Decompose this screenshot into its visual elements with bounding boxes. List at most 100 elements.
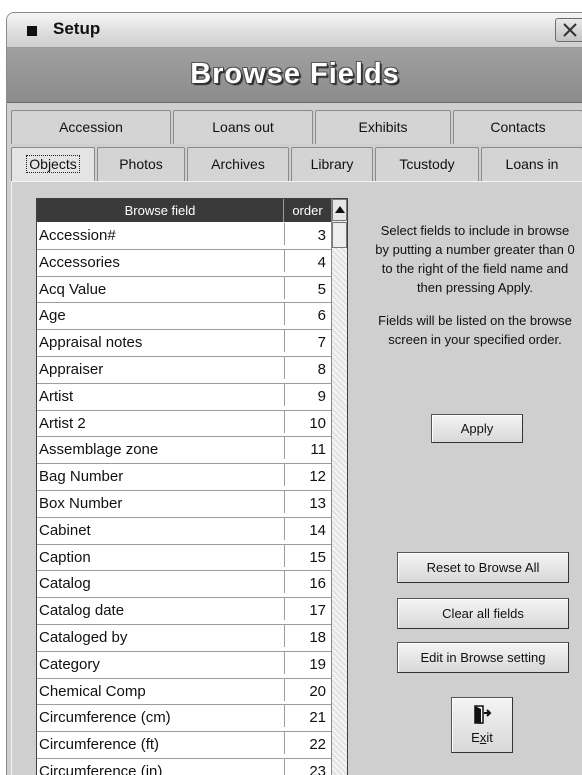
field-name-cell: Box Number (39, 494, 123, 512)
table-row[interactable]: Appraiser 8 (37, 356, 331, 384)
field-name-cell: Cabinet (39, 521, 91, 539)
table-row[interactable]: Accessories 4 (37, 249, 331, 277)
order-input-cell[interactable]: 6 (284, 303, 328, 326)
order-input-cell[interactable]: 3 (284, 223, 328, 245)
grid-header: Browse field order (37, 199, 331, 222)
field-name-cell: Age (39, 307, 66, 325)
field-name-cell: Accessories (39, 253, 120, 271)
title-bar[interactable]: Setup (7, 13, 582, 48)
field-name-cell: Bag Number (39, 468, 124, 486)
table-row[interactable]: Category 19 (37, 651, 331, 679)
arrow-up-icon (335, 206, 345, 213)
reset-to-browse-all-button[interactable]: Reset to Browse All (397, 552, 569, 583)
field-name-cell: Chemical Comp (39, 682, 146, 700)
table-row[interactable]: Acq Value 5 (37, 276, 331, 304)
order-input-cell[interactable]: 19 (284, 651, 328, 674)
clear-all-fields-button[interactable]: Clear all fields (397, 598, 569, 629)
table-row[interactable]: Cabinet 14 (37, 517, 331, 545)
instructions: Select fields to include in browse by pu… (375, 221, 575, 363)
table-row[interactable]: Artist 2 10 (37, 410, 331, 438)
field-name-cell: Acq Value (39, 280, 107, 298)
close-button[interactable] (555, 18, 582, 42)
order-input-cell[interactable]: 5 (284, 276, 328, 299)
table-row[interactable]: Assemblage zone 11 (37, 437, 331, 465)
field-name-cell: Appraiser (39, 360, 104, 378)
order-input-cell[interactable]: 14 (284, 517, 328, 540)
order-input-cell[interactable]: 8 (284, 356, 328, 379)
instructions-order: Fields will be listed on the browse scre… (378, 313, 572, 347)
table-row[interactable]: Circumference (ft) 22 (37, 732, 331, 759)
field-name-cell: Accession# (39, 227, 116, 244)
tab-exhibits[interactable]: Exhibits (315, 110, 451, 144)
exit-button[interactable]: Exit (451, 697, 513, 753)
window-title: Setup (53, 19, 101, 38)
field-name-cell: Caption (39, 548, 91, 566)
tab-contacts[interactable]: Contacts (453, 110, 582, 144)
field-name-cell: Category (39, 655, 100, 673)
field-name-cell: Circumference (cm) (39, 709, 171, 727)
window-icon (27, 26, 37, 36)
field-name-cell: Catalog date (39, 602, 125, 620)
order-input-cell[interactable]: 21 (284, 705, 328, 728)
field-name-cell: Catalog (39, 575, 91, 593)
setup-window: Setup Browse Fields Accession Loans out … (6, 12, 582, 775)
tab-library[interactable]: Library (291, 147, 373, 181)
order-input-cell[interactable]: 10 (284, 410, 328, 433)
tab-tcustody[interactable]: Tcustody (375, 147, 479, 181)
tab-loans-in[interactable]: Loans in (481, 147, 582, 181)
tab-objects-label: Objects (26, 155, 80, 173)
table-row[interactable]: Circumference (cm) 21 (37, 705, 331, 733)
table-row[interactable]: Bag Number 12 (37, 464, 331, 491)
order-input-cell[interactable]: 23 (284, 758, 328, 775)
col-header-order[interactable]: order (284, 199, 331, 222)
table-row[interactable]: Caption 15 (37, 544, 331, 572)
table-row[interactable]: Cataloged by 18 (37, 624, 331, 652)
field-name-cell: Circumference (ft) (39, 736, 160, 754)
tab-objects[interactable]: Objects (11, 147, 95, 181)
tab-row-1: Accession Loans out Exhibits Contacts (7, 110, 582, 144)
tab-archives[interactable]: Archives (187, 147, 289, 181)
order-input-cell[interactable]: 16 (284, 571, 328, 594)
tab-photos[interactable]: Photos (97, 147, 185, 181)
scroll-thumb[interactable] (332, 222, 347, 248)
tab-accession[interactable]: Accession (11, 110, 171, 144)
order-input-cell[interactable]: 13 (284, 490, 328, 513)
instructions-select: Select fields to include in browse by pu… (375, 223, 575, 295)
order-input-cell[interactable]: 12 (284, 464, 328, 487)
table-row[interactable]: Appraisal notes 7 (37, 330, 331, 357)
scroll-up-button[interactable] (332, 199, 347, 221)
field-name-cell: Artist 2 (39, 414, 86, 432)
apply-button[interactable]: Apply (431, 414, 523, 443)
order-input-cell[interactable]: 7 (284, 330, 328, 353)
order-input-cell[interactable]: 4 (284, 249, 328, 272)
table-row[interactable]: Chemical Comp 20 (37, 678, 331, 706)
field-name-cell: Circumference (in) (39, 762, 163, 775)
order-input-cell[interactable]: 22 (284, 732, 328, 755)
table-row[interactable]: Catalog 16 (37, 571, 331, 599)
browse-fields-grid: Browse field order Accession# 3 Accessorie… (36, 198, 348, 775)
order-input-cell[interactable]: 20 (284, 678, 328, 701)
exit-door-icon (474, 705, 492, 724)
field-name-cell: Appraisal notes (39, 334, 143, 352)
table-row[interactable]: Circumference (in) 23 (37, 758, 331, 775)
order-input-cell[interactable]: 15 (284, 544, 328, 567)
order-input-cell[interactable]: 17 (284, 598, 328, 621)
order-input-cell[interactable]: 9 (284, 383, 328, 406)
table-row[interactable]: Accession# 3 (37, 223, 331, 250)
exit-label-prefix: E (471, 730, 480, 745)
vertical-scrollbar[interactable] (331, 199, 347, 775)
table-row[interactable]: Catalog date 17 (37, 598, 331, 625)
heading-text: Browse Fields (190, 58, 400, 90)
table-row[interactable]: Age 6 (37, 303, 331, 331)
tab-loans-out[interactable]: Loans out (173, 110, 313, 144)
exit-label: Exit (452, 730, 512, 745)
order-input-cell[interactable]: 11 (284, 437, 328, 460)
col-header-browse-field[interactable]: Browse field (37, 199, 284, 222)
edit-in-browse-setting-button[interactable]: Edit in Browse setting (397, 642, 569, 673)
field-name-cell: Assemblage zone (39, 441, 159, 459)
table-row[interactable]: Artist 9 (37, 383, 331, 411)
order-input-cell[interactable]: 18 (284, 624, 328, 647)
page-heading: Browse Fields (7, 48, 582, 103)
field-name-cell: Artist (39, 387, 74, 405)
table-row[interactable]: Box Number 13 (37, 490, 331, 518)
